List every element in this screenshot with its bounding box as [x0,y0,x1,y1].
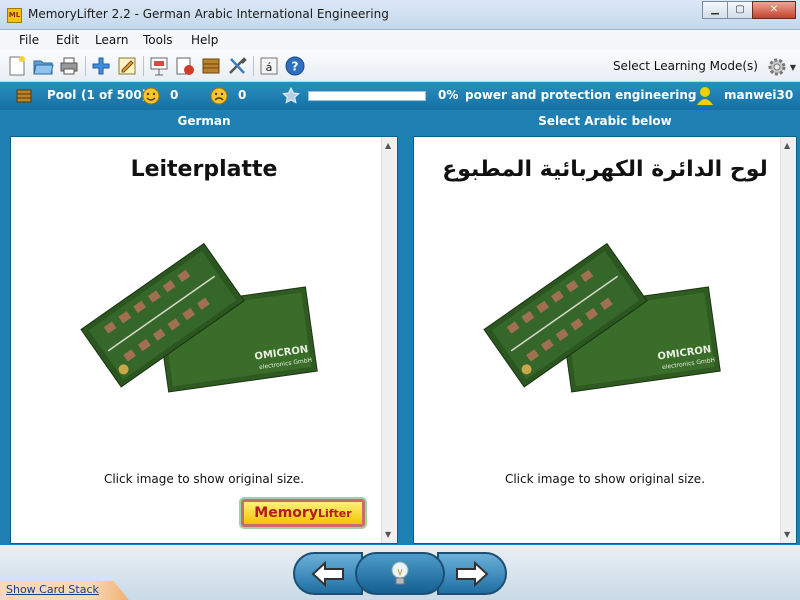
open-folder-icon[interactable] [32,55,54,77]
maximize-button[interactable]: ▢ [727,1,753,19]
chapter-name: power and protection engineering [465,88,697,102]
chevron-down-icon[interactable]: ▼ [790,63,796,72]
question-scrollbar[interactable]: ▲ ▼ [381,137,397,543]
hint-button[interactable] [355,552,445,595]
presentation-icon[interactable] [148,55,170,77]
circuit-board-image[interactable]: OMICRON electronics GmbH [66,232,326,412]
print-icon[interactable] [58,55,80,77]
svg-text:?: ? [292,60,299,74]
gear-icon[interactable] [766,56,788,78]
question-word: Leiterplatte [130,157,278,182]
previous-card-button[interactable] [293,552,363,595]
title-bar: ML MemoryLifter 2.2 - German Arabic Inte… [0,0,800,30]
toolbar-separator [85,56,86,76]
card-box-icon [16,89,32,103]
progress-bar [308,91,426,101]
status-bar: Pool (1 of 500) 0 0 0% power and protect… [0,82,800,110]
edit-card-icon[interactable] [116,55,138,77]
toolbar: á ? Select Learning Mode(s) ▼ [0,50,800,82]
window-controls: ▁ ▢ ✕ [702,1,796,21]
add-card-icon[interactable] [90,55,112,77]
app-logo-icon: ML [7,8,22,23]
star-icon [282,87,300,104]
answer-word: لوح الدائرة الكهربائية المطبوع [442,157,768,182]
pool-count: (1 of 500) [81,88,148,102]
question-image-caption: Click image to show original size. [103,472,305,486]
menu-bar: File Edit Learn Tools Help [0,30,800,50]
window-title: MemoryLifter 2.2 - German Arabic Interna… [28,7,389,21]
print-cards-icon[interactable] [174,55,196,77]
minimize-button[interactable]: ▁ [702,1,728,19]
happy-face-icon [142,87,160,105]
menu-edit[interactable]: Edit [56,33,79,47]
sad-face-icon [210,87,228,105]
answer-image-caption: Click image to show original size. [504,472,706,486]
question-column-header: German [177,114,231,128]
question-panel: Leiterplatte OMICRON electronics GmbH Cl… [10,136,398,544]
menu-tools[interactable]: Tools [143,33,173,47]
new-file-icon[interactable] [6,55,28,77]
memorylifter-logo: MemoryLifter [241,499,365,527]
wrong-count: 0 [238,88,247,102]
scroll-down-icon[interactable]: ▼ [385,530,391,539]
answer-scrollbar[interactable]: ▲ ▼ [780,137,796,543]
close-button[interactable]: ✕ [752,1,796,19]
user-icon [697,87,713,105]
lightbulb-icon [391,561,409,584]
menu-learn[interactable]: Learn [95,33,129,47]
card-area: German Select Arabic below Leiterplatte … [0,110,800,545]
learning-mode-label[interactable]: Select Learning Mode(s) [613,59,758,73]
help-icon[interactable]: ? [284,55,306,77]
arrow-right-icon [456,560,489,587]
answer-column-header: Select Arabic below [538,114,672,128]
correct-count: 0 [170,88,179,102]
arrow-left-icon [311,560,344,587]
progress-percent: 0% [438,88,459,102]
circuit-board-image[interactable]: OMICRON electronics GmbH [469,232,729,412]
show-card-stack-link[interactable]: Show Card Stack [0,581,129,600]
svg-text:á: á [266,61,273,74]
menu-help[interactable]: Help [191,33,218,47]
answer-panel: لوح الدائرة الكهربائية المطبوع OMICRON e… [413,136,797,544]
scroll-up-icon[interactable]: ▲ [385,141,391,150]
character-map-icon[interactable]: á [258,55,280,77]
tools-icon[interactable] [226,55,248,77]
scroll-up-icon[interactable]: ▲ [784,141,790,150]
pool-label: Pool [47,88,77,102]
toolbar-separator [143,56,144,76]
card-box-icon[interactable] [200,55,222,77]
next-card-button[interactable] [437,552,507,595]
menu-file[interactable]: File [19,33,39,47]
scroll-down-icon[interactable]: ▼ [784,530,790,539]
toolbar-separator [253,56,254,76]
user-name: manwei30 [724,88,794,102]
